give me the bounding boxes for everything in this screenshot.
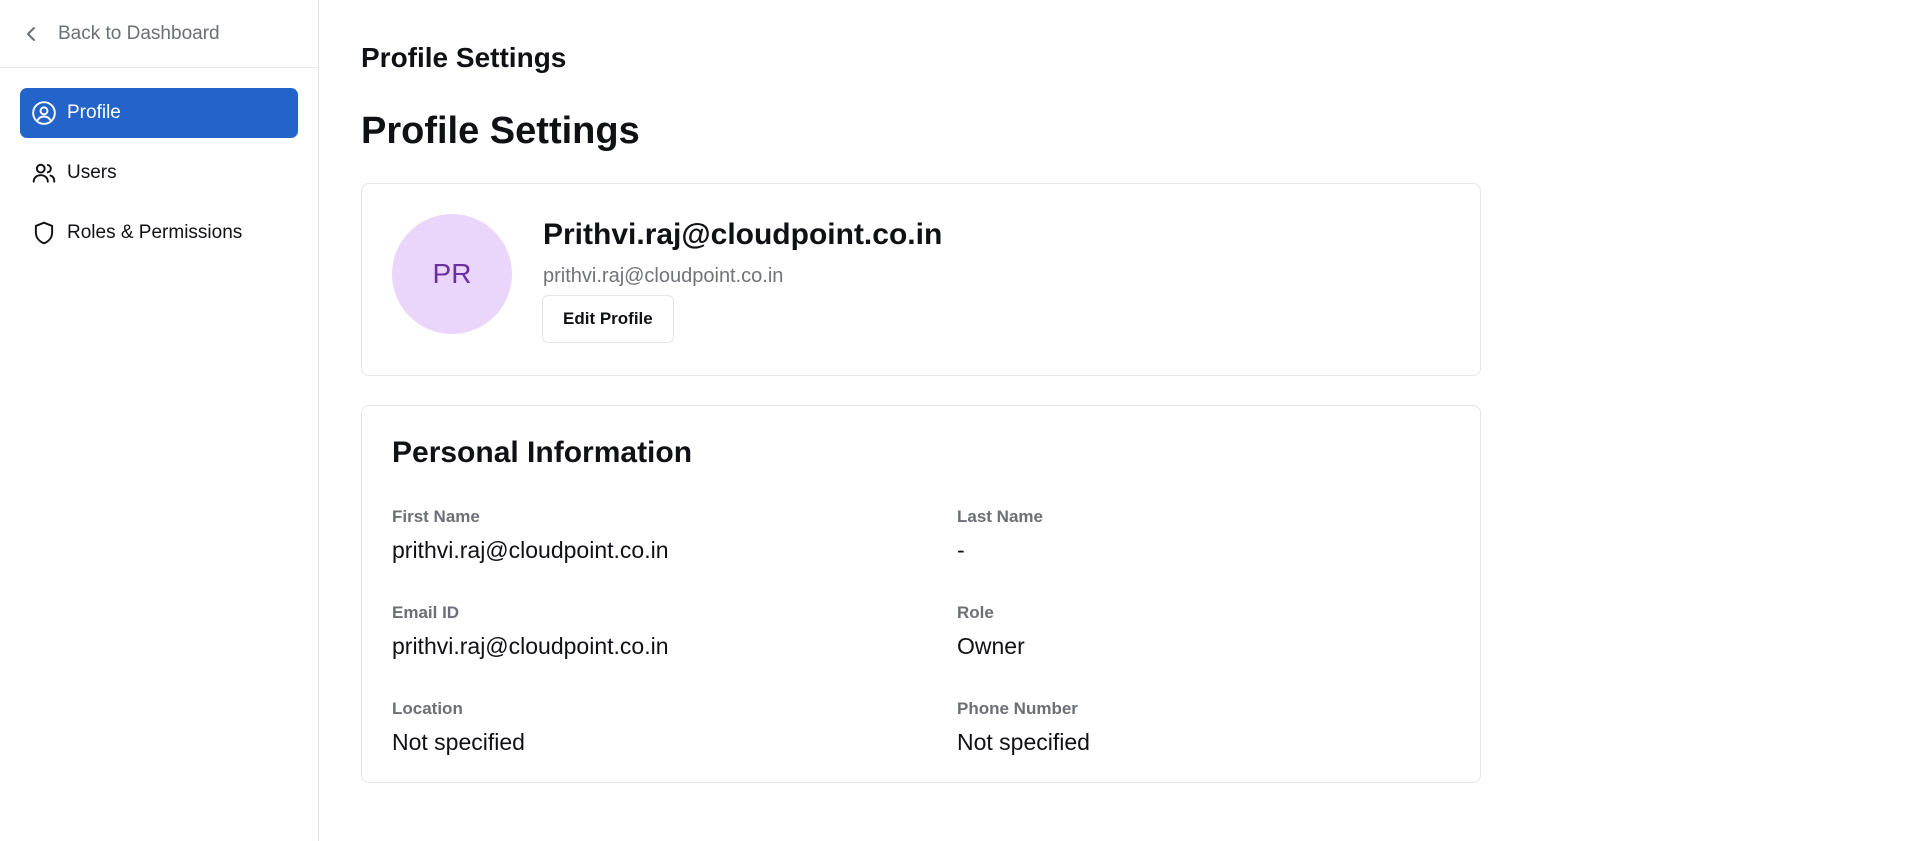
field-label: Location (392, 699, 463, 718)
field-value: Owner (957, 633, 1025, 659)
back-label: Back to Dashboard (58, 22, 220, 44)
profile-card: PR Prithvi.raj@cloudpoint.co.in prithvi.… (361, 183, 1481, 376)
email-id-field: Email ID prithvi.raj@cloudpoint.co.in (392, 603, 668, 660)
section-title: Personal Information (392, 436, 693, 469)
sidebar-item-roles-permissions[interactable]: Roles & Permissions (20, 208, 298, 258)
profile-name: Prithvi.raj@cloudpoint.co.in (543, 218, 943, 251)
sidebar-item-label: Profile (67, 102, 121, 123)
field-label: Role (957, 603, 994, 622)
location-field: Location Not specified (392, 699, 525, 756)
sidebar: Back to Dashboard Profile Users Roles & … (0, 0, 319, 841)
sidebar-item-label: Roles & Permissions (67, 222, 243, 243)
field-value: Not specified (957, 729, 1090, 755)
users-icon (32, 163, 56, 183)
page-title: Profile Settings (361, 110, 640, 152)
first-name-field: First Name prithvi.raj@cloudpoint.co.in (392, 507, 668, 564)
sidebar-item-profile[interactable]: Profile (20, 88, 298, 138)
field-value: - (957, 537, 965, 563)
sidebar-item-label: Users (67, 162, 117, 183)
shield-icon (34, 221, 54, 245)
last-name-field: Last Name - (957, 507, 1043, 564)
back-to-dashboard-link[interactable]: Back to Dashboard (0, 0, 318, 68)
field-label: Email ID (392, 603, 460, 622)
user-circle-icon (32, 101, 56, 125)
field-label: Last Name (957, 507, 1043, 526)
field-value: prithvi.raj@cloudpoint.co.in (392, 537, 669, 563)
field-label: Phone Number (957, 699, 1078, 718)
sidebar-item-users[interactable]: Users (20, 148, 298, 198)
page-heading: Profile Settings (361, 42, 567, 73)
avatar: PR (392, 214, 512, 334)
phone-number-field: Phone Number Not specified (957, 699, 1090, 756)
field-value: Not specified (392, 729, 525, 755)
sidebar-nav: Profile Users Roles & Permissions (0, 68, 318, 258)
edit-profile-button[interactable]: Edit Profile (542, 295, 674, 343)
field-value: prithvi.raj@cloudpoint.co.in (392, 633, 669, 659)
field-label: First Name (392, 507, 480, 526)
chevron-left-icon (27, 26, 35, 41)
profile-email: prithvi.raj@cloudpoint.co.in (543, 265, 784, 287)
personal-information-card: Personal Information First Name prithvi.… (361, 405, 1481, 783)
role-field: Role Owner (957, 603, 1025, 660)
